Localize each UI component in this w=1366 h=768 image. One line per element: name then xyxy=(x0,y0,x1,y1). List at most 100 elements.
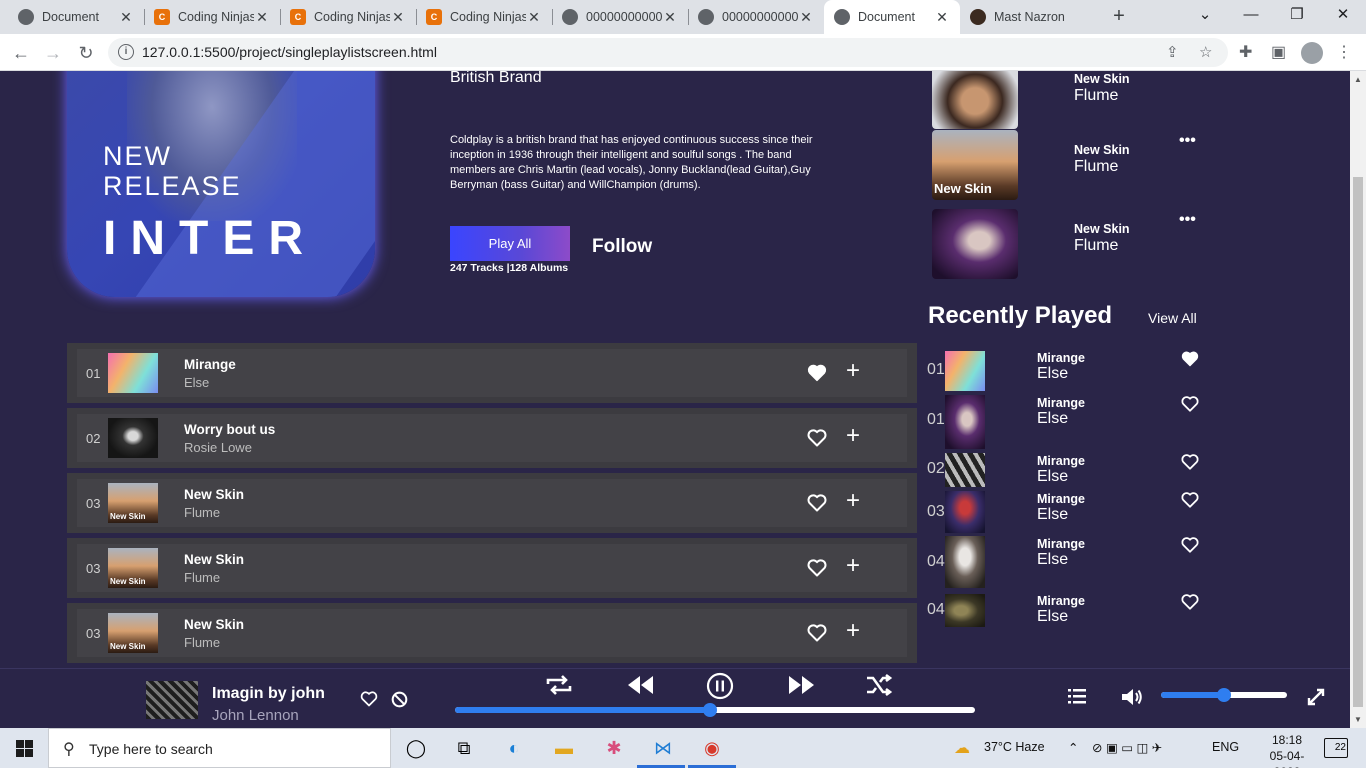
task-view-icon[interactable]: ⧉ xyxy=(450,734,478,762)
browser-tab[interactable]: C Coding Ninjas ✕ xyxy=(280,0,416,34)
track-row[interactable]: 02 Worry bout us Rosie Lowe + xyxy=(67,408,917,468)
reload-icon[interactable]: ↻ xyxy=(73,40,99,66)
heart-icon[interactable] xyxy=(1181,536,1199,554)
tab-search-button[interactable]: ⌄ xyxy=(1182,0,1228,32)
bookmark-star-icon[interactable]: ☆ xyxy=(1199,43,1212,61)
close-tab-icon[interactable]: ✕ xyxy=(118,9,134,26)
repeat-icon[interactable] xyxy=(544,674,574,696)
close-tab-icon[interactable]: ✕ xyxy=(526,9,542,26)
heart-icon[interactable] xyxy=(807,558,827,578)
browser-tab[interactable]: Document ✕ xyxy=(8,0,144,34)
add-to-playlist-icon[interactable]: + xyxy=(846,359,860,383)
scroll-up-arrow[interactable]: ▲ xyxy=(1354,75,1362,84)
browser-tab[interactable]: C Coding Ninjas ✕ xyxy=(144,0,280,34)
tab-separator xyxy=(144,9,145,25)
artist-subtitle: British Brand xyxy=(450,71,542,86)
close-tab-icon[interactable]: ✕ xyxy=(390,9,406,26)
profile-avatar[interactable] xyxy=(1301,42,1323,64)
forward-icon[interactable]: → xyxy=(40,40,66,66)
shuffle-icon[interactable] xyxy=(865,673,893,697)
heart-icon[interactable] xyxy=(807,428,827,448)
track-row[interactable]: 01 Mirange Else + xyxy=(67,343,917,403)
edge-icon[interactable]: ◐ xyxy=(500,734,528,762)
scroll-down-arrow[interactable]: ▼ xyxy=(1354,715,1362,724)
queue-list-icon[interactable] xyxy=(1068,688,1086,704)
close-window-button[interactable]: ✕ xyxy=(1320,0,1366,32)
recent-thumbnail xyxy=(945,491,985,533)
close-tab-icon[interactable]: ✕ xyxy=(254,9,270,26)
browser-tab[interactable]: Document ✕ xyxy=(824,0,960,34)
heart-icon[interactable] xyxy=(1181,395,1199,413)
volume-knob[interactable] xyxy=(1217,688,1231,702)
fullscreen-icon[interactable] xyxy=(1307,688,1325,706)
heart-icon[interactable] xyxy=(807,623,827,643)
rewind-icon[interactable] xyxy=(626,674,656,696)
vscode-icon[interactable]: ⋈ xyxy=(649,734,677,762)
heart-icon[interactable] xyxy=(807,493,827,513)
playback-progress-slider[interactable] xyxy=(455,703,975,717)
follow-button[interactable]: Follow xyxy=(592,236,652,258)
close-tab-icon[interactable]: ✕ xyxy=(934,9,950,26)
track-row[interactable]: 03 New Skin New Skin Flume + xyxy=(67,473,917,533)
site-info-icon[interactable]: i xyxy=(118,44,134,60)
volume-slider[interactable] xyxy=(1161,688,1287,702)
address-bar[interactable]: i 127.0.0.1:5500/project/singleplaylists… xyxy=(108,38,1228,67)
taskbar-search-box[interactable]: ⚲ Type here to search xyxy=(48,728,391,768)
more-options-icon[interactable]: ••• xyxy=(1179,211,1196,229)
globe-icon xyxy=(698,9,714,25)
recent-title: Mirange xyxy=(1037,454,1085,468)
windows-start-icon[interactable] xyxy=(16,740,33,757)
browser-tab[interactable]: 000000000000 ✕ xyxy=(552,0,688,34)
playback-progress-knob[interactable] xyxy=(702,703,717,717)
heart-icon[interactable] xyxy=(1181,593,1199,611)
language-indicator[interactable]: ENG xyxy=(1212,740,1239,754)
browser-tab[interactable]: Mast Nazron xyxy=(960,0,1096,34)
block-icon[interactable] xyxy=(391,691,408,708)
extensions-icon[interactable]: ✚ xyxy=(1239,42,1252,62)
minimize-button[interactable]: — xyxy=(1228,0,1274,32)
recent-thumbnail xyxy=(945,351,985,391)
browser-tab[interactable]: 000000000000 ✕ xyxy=(688,0,824,34)
heart-icon[interactable] xyxy=(807,363,827,383)
maximize-button[interactable]: ❐ xyxy=(1274,0,1320,32)
track-row[interactable]: 03 New Skin New Skin Flume + xyxy=(67,603,917,663)
add-to-playlist-icon[interactable]: + xyxy=(846,489,860,513)
slack-icon[interactable]: ✱ xyxy=(600,734,628,762)
heart-icon[interactable] xyxy=(1181,350,1199,368)
heart-icon[interactable] xyxy=(1181,491,1199,509)
track-number: 01 xyxy=(86,366,101,381)
add-to-playlist-icon[interactable]: + xyxy=(846,424,860,448)
browser-tab[interactable]: C Coding Ninjas ✕ xyxy=(416,0,552,34)
track-row[interactable]: 03 New Skin New Skin Flume + xyxy=(67,538,917,598)
weather-text[interactable]: 37°C Haze xyxy=(984,740,1045,754)
pause-icon[interactable] xyxy=(706,672,734,700)
add-to-playlist-icon[interactable]: + xyxy=(846,554,860,578)
add-to-playlist-icon[interactable]: + xyxy=(846,619,860,643)
tray-apps-icons[interactable]: ⊘ ▣ ▭ ◫ ✈ xyxy=(1092,740,1162,755)
taskbar-clock[interactable]: 18:18 05-04-2022 xyxy=(1262,732,1312,768)
file-explorer-icon[interactable]: ▬ xyxy=(550,734,578,762)
chrome-icon[interactable]: ◉ xyxy=(698,734,726,762)
like-heart-icon[interactable] xyxy=(360,691,378,707)
url-text[interactable]: 127.0.0.1:5500/project/singleplaylistscr… xyxy=(142,44,437,60)
page-scrollbar[interactable]: ▲ ▼ xyxy=(1350,71,1366,728)
fast-forward-icon[interactable] xyxy=(786,674,816,696)
close-tab-icon[interactable]: ✕ xyxy=(662,9,678,26)
codingninjas-icon: C xyxy=(290,9,306,25)
notification-center-icon[interactable]: 22 xyxy=(1324,738,1348,758)
cortana-icon[interactable]: ◯ xyxy=(402,734,430,762)
back-icon[interactable]: ← xyxy=(8,40,34,66)
scrollbar-thumb[interactable] xyxy=(1353,177,1363,707)
chrome-menu-icon[interactable]: ⋮ xyxy=(1336,42,1352,62)
more-options-icon[interactable]: ••• xyxy=(1179,132,1196,150)
heart-icon[interactable] xyxy=(1181,453,1199,471)
side-panel-icon[interactable]: ▣ xyxy=(1271,42,1286,62)
play-all-button[interactable]: Play All xyxy=(450,226,570,261)
share-icon[interactable]: ⇪ xyxy=(1166,43,1179,61)
tray-chevron-icon[interactable]: ⌃ xyxy=(1068,740,1078,755)
volume-icon[interactable] xyxy=(1120,687,1144,707)
close-tab-icon[interactable]: ✕ xyxy=(798,9,814,26)
taskbar-search-placeholder[interactable]: Type here to search xyxy=(89,741,213,757)
new-tab-button[interactable]: + xyxy=(1108,5,1130,27)
view-all-link[interactable]: View All xyxy=(1148,310,1197,326)
